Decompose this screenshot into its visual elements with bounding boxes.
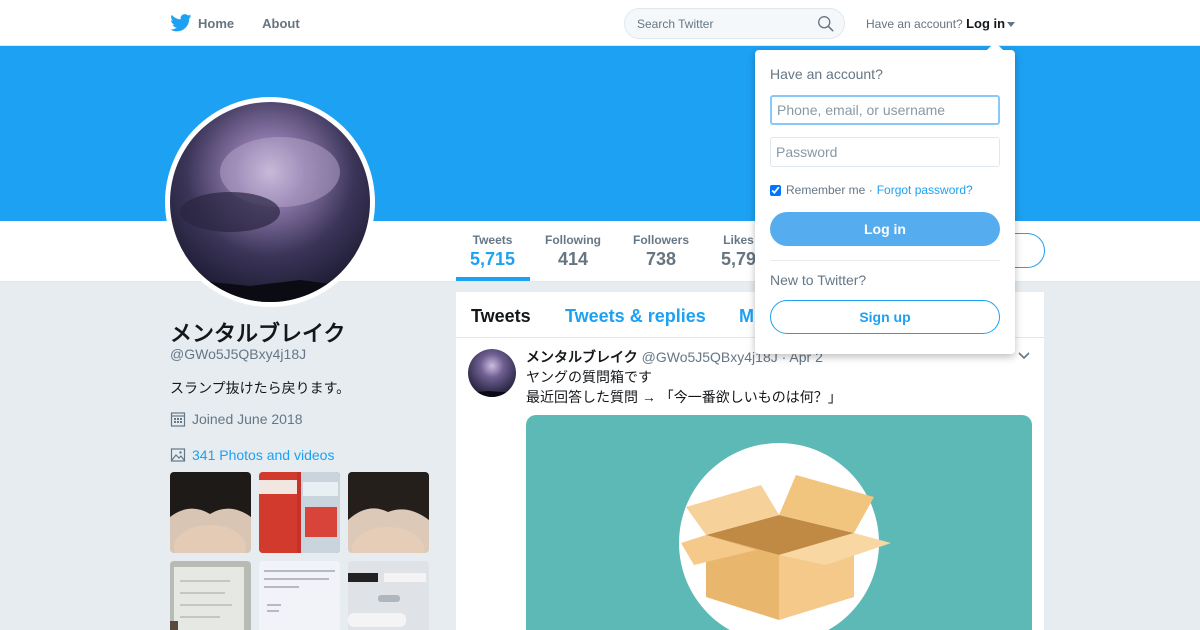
photo-thumbnail[interactable]: [348, 472, 429, 553]
stat-value: 738: [645, 249, 677, 269]
login-dropdown: Have an account? Remember me · Forgot pa…: [755, 42, 1015, 354]
tab-tweets[interactable]: Tweets: [471, 306, 531, 327]
box-illustration: [679, 443, 891, 630]
tweet-author-name[interactable]: メンタルブレイク: [526, 349, 638, 365]
photo-thumbnail[interactable]: [259, 472, 340, 553]
nav-left: Home About: [170, 0, 328, 46]
username-field[interactable]: [770, 95, 1000, 125]
remember-me-label: Remember me ·: [786, 183, 873, 197]
twitter-bird-icon[interactable]: [170, 14, 192, 32]
search-icon[interactable]: [817, 15, 834, 32]
have-account-prompt: Have an account? Log in: [866, 16, 1016, 31]
stat-value: 5,715: [470, 249, 516, 269]
search-input[interactable]: [625, 9, 805, 38]
remember-me-checkbox[interactable]: [770, 184, 781, 196]
login-dropdown-toggle[interactable]: Log in: [966, 16, 1005, 31]
divider: [770, 260, 1000, 261]
tab-tweets-replies[interactable]: Tweets & replies: [565, 306, 706, 327]
calendar-icon: [170, 412, 186, 427]
stat-label: Following: [545, 233, 601, 247]
remember-me-row: Remember me · Forgot password?: [770, 183, 973, 197]
photos-videos-link[interactable]: 341 Photos and videos: [170, 447, 334, 463]
tweet-text-line: 最近回答した質問 → 「今一番欲しいものは何？」: [526, 389, 842, 405]
stat-value: 414: [557, 249, 589, 269]
tweet-text-line: ヤングの質問箱です: [526, 369, 652, 385]
top-nav-bar: Home About Have an account? Log in: [0, 0, 1200, 46]
new-to-twitter-text: New to Twitter?: [770, 272, 867, 288]
photo-thumbnail[interactable]: [170, 561, 251, 630]
profile-bio: スランプ抜けたら戻ります。: [170, 380, 351, 396]
forgot-password-link[interactable]: Forgot password?: [877, 183, 973, 197]
profile-screen-name[interactable]: @GWo5J5QBxy4j18J: [170, 346, 306, 362]
have-account-text: Have an account?: [866, 17, 963, 31]
profile-avatar[interactable]: [165, 97, 375, 307]
photo-thumbnail[interactable]: [348, 561, 429, 630]
stat-tweets[interactable]: Tweets 5,715: [470, 233, 515, 270]
active-stat-underline: [456, 277, 530, 281]
photo-thumbnail[interactable]: [259, 561, 340, 630]
stat-likes[interactable]: Likes 5,79: [721, 233, 756, 270]
login-button[interactable]: Log in: [770, 212, 1000, 246]
stat-followers[interactable]: Followers 738: [633, 233, 689, 270]
password-field[interactable]: [770, 137, 1000, 167]
tab-media[interactable]: M: [739, 306, 754, 327]
stat-value: 5,79: [721, 249, 757, 269]
photos-label[interactable]: 341 Photos and videos: [192, 447, 334, 463]
tweet-media-card[interactable]: [526, 415, 1032, 630]
nav-home-link[interactable]: Home: [198, 16, 234, 31]
profile-name[interactable]: メンタルブレイク: [170, 316, 346, 348]
stat-label: Tweets: [472, 233, 513, 247]
joined-text: Joined June 2018: [192, 411, 303, 427]
nav-about-link[interactable]: About: [262, 16, 300, 31]
caret-down-icon[interactable]: [1007, 22, 1016, 28]
chevron-down-icon[interactable]: [1018, 352, 1030, 360]
profile-joined: Joined June 2018: [170, 411, 303, 427]
dropdown-title: Have an account?: [770, 66, 883, 82]
photo-thumbnail[interactable]: [170, 472, 251, 553]
tweet-avatar[interactable]: [468, 349, 516, 397]
stat-following[interactable]: Following 414: [545, 233, 601, 270]
avatar-image: [170, 102, 370, 302]
signup-button[interactable]: Sign up: [770, 300, 1000, 334]
search-box: [624, 8, 845, 39]
photo-icon: [170, 448, 186, 462]
stat-label: Likes: [723, 233, 754, 247]
stat-label: Followers: [633, 233, 690, 247]
